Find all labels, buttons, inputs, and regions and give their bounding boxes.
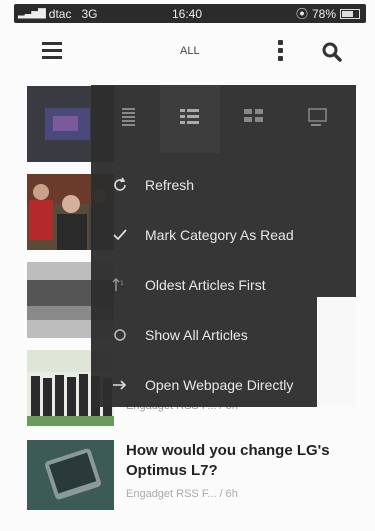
carrier-label: dtac — [48, 6, 72, 21]
menu-item-label: Mark Category As Read — [145, 227, 294, 243]
svg-text:1: 1 — [120, 280, 124, 287]
search-icon[interactable] — [320, 40, 344, 64]
battery-icon — [340, 8, 360, 19]
card-view-icon[interactable] — [288, 85, 348, 153]
menu-item-oldest-first[interactable]: 1 Oldest Articles First — [91, 262, 317, 308]
checkmark-icon — [111, 226, 129, 244]
menu-item-refresh[interactable]: Refresh — [91, 162, 317, 208]
options-menu: Refresh Mark Category As Read 1 Oldest A… — [91, 85, 356, 407]
compact-view-icon[interactable] — [160, 85, 220, 153]
sort-icon: 1 — [111, 276, 129, 294]
battery-percent: 78% — [311, 6, 336, 21]
top-bar: ALL — [0, 28, 375, 76]
clock: 16:40 — [172, 6, 203, 21]
view-mode-selector — [91, 85, 356, 153]
arrow-right-icon — [111, 376, 129, 394]
menu-item-mark-read[interactable]: Mark Category As Read — [91, 212, 317, 258]
hamburger-menu-icon[interactable] — [42, 42, 62, 60]
status-right: ⦿ 78% — [296, 5, 360, 22]
page-title: ALL — [180, 45, 200, 57]
menu-item-show-all[interactable]: Show All Articles — [91, 312, 317, 358]
menu-item-label: Refresh — [145, 177, 195, 193]
menu-item-label: Show All Articles — [145, 327, 248, 343]
status-bar: ▂▃▅▇ dtac 3G 16:40 ⦿ 78% — [14, 4, 366, 23]
menu-item-label: Open Webpage Directly — [145, 377, 294, 393]
menu-item-open-webpage[interactable]: Open Webpage Directly — [91, 362, 317, 408]
signal-icon: ▂▃▅▇ — [18, 8, 46, 19]
article-source: Engadget RSS F... / 6h — [126, 488, 238, 500]
more-options-icon[interactable] — [277, 40, 285, 62]
grid-view-icon[interactable] — [224, 85, 284, 153]
network-label: 3G — [81, 6, 98, 21]
circle-icon — [111, 326, 129, 344]
rotation-lock-icon: ⦿ — [295, 7, 308, 21]
list-view-icon[interactable] — [98, 85, 158, 153]
article-title[interactable]: How would you change LG's Optimus L7? — [126, 441, 356, 481]
refresh-icon — [111, 176, 129, 194]
article-thumbnail[interactable] — [27, 440, 114, 510]
menu-item-label: Oldest Articles First — [145, 277, 266, 293]
